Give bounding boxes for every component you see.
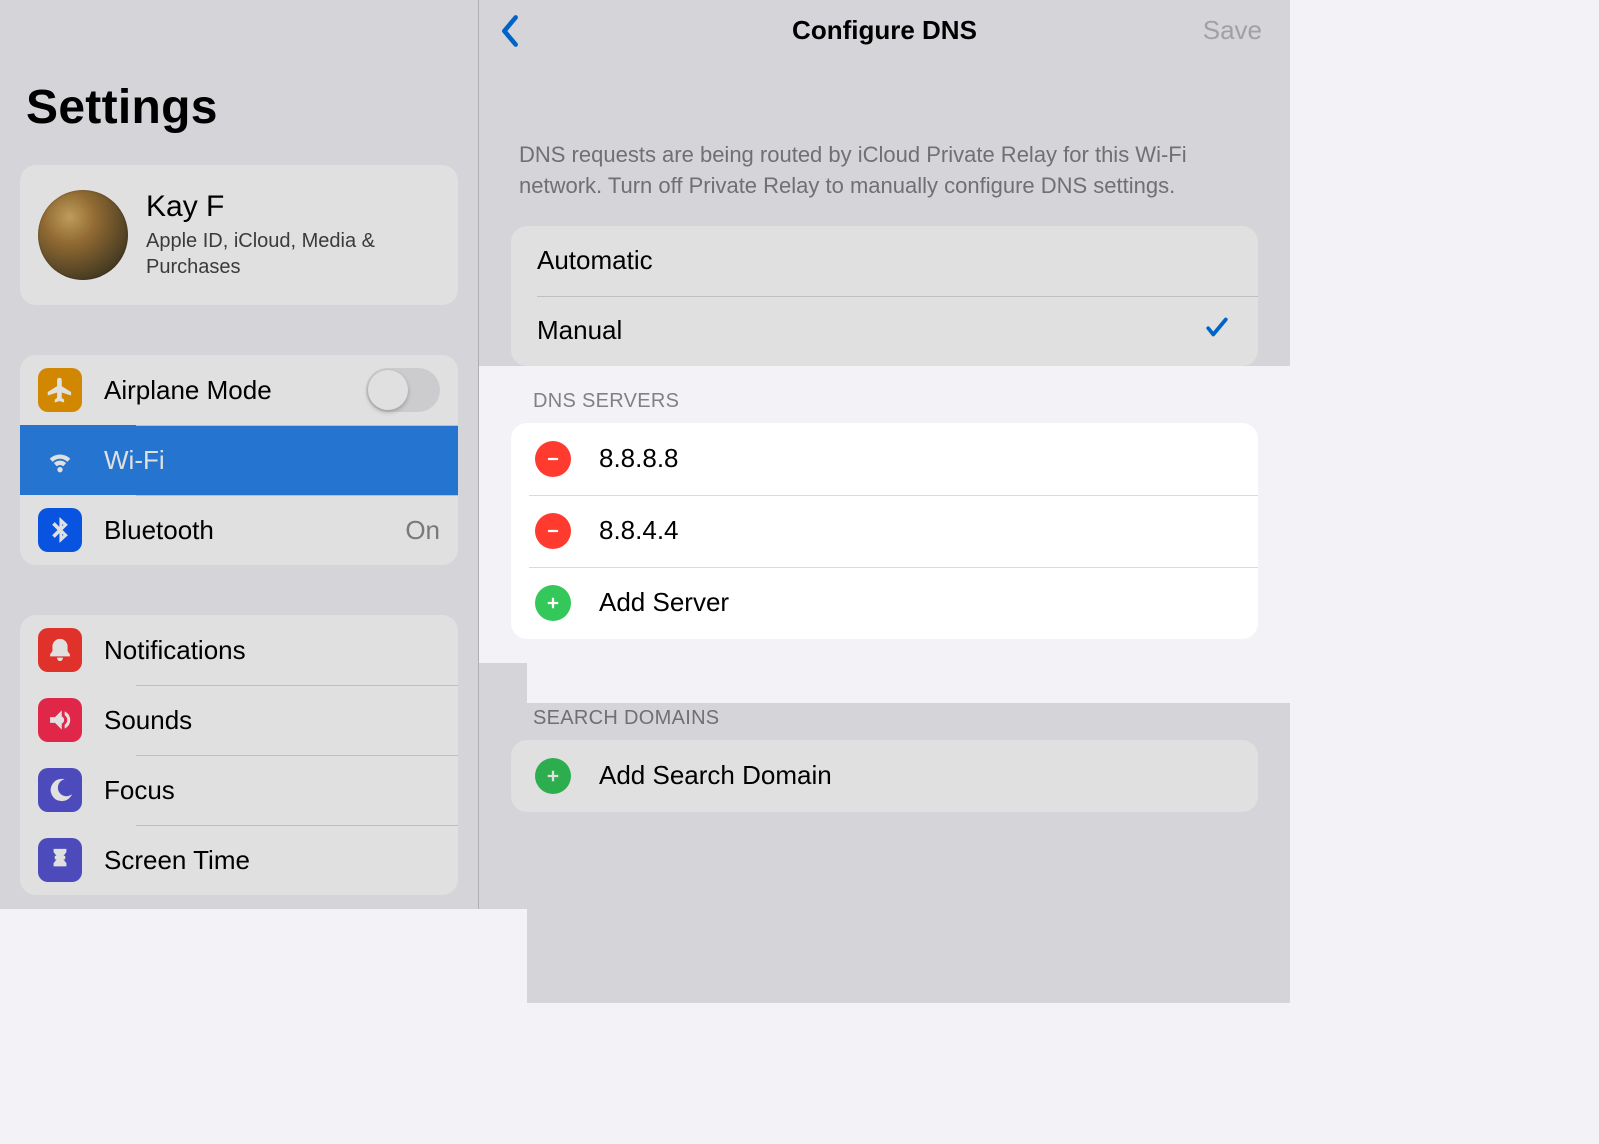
- search-domains-header: SEARCH DOMAINS: [511, 663, 1258, 740]
- checkmark-icon: [1202, 312, 1232, 350]
- settings-sidebar: Settings Kay F Apple ID, iCloud, Media &…: [0, 0, 478, 909]
- search-domains-group: Add Search Domain: [511, 740, 1258, 812]
- airplane-mode-toggle[interactable]: [366, 368, 440, 412]
- save-button[interactable]: Save: [1203, 15, 1262, 46]
- airplane-mode-label: Airplane Mode: [104, 375, 344, 406]
- add-search-domain-label: Add Search Domain: [599, 760, 832, 791]
- back-button[interactable]: [499, 14, 521, 53]
- bluetooth-row[interactable]: Bluetooth On: [20, 495, 458, 565]
- apple-id-subtitle: Apple ID, iCloud, Media & Purchases: [146, 228, 440, 280]
- sounds-row[interactable]: Sounds: [20, 685, 458, 755]
- remove-server-button[interactable]: [535, 441, 571, 477]
- manual-label: Manual: [537, 315, 1202, 346]
- notifications-row[interactable]: Notifications: [20, 615, 458, 685]
- dns-mode-manual[interactable]: Manual: [511, 296, 1258, 366]
- minus-icon: [544, 450, 562, 468]
- wifi-label: Wi-Fi: [104, 445, 440, 476]
- airplane-icon: [38, 368, 82, 412]
- remove-server-button[interactable]: [535, 513, 571, 549]
- dns-mode-automatic[interactable]: Automatic: [511, 226, 1258, 296]
- focus-row[interactable]: Focus: [20, 755, 458, 825]
- bluetooth-label: Bluetooth: [104, 515, 383, 546]
- plus-icon: [544, 594, 562, 612]
- navbar: Configure DNS Save: [479, 0, 1290, 60]
- dns-servers-header: DNS SERVERS: [511, 386, 1258, 423]
- notifications-label: Notifications: [104, 635, 440, 666]
- focus-icon: [38, 768, 82, 812]
- wifi-icon: [38, 438, 82, 482]
- connectivity-group: Airplane Mode Wi-Fi Bluetooth On: [20, 355, 458, 565]
- private-relay-info: DNS requests are being routed by iCloud …: [511, 60, 1258, 226]
- add-server-button[interactable]: [535, 585, 571, 621]
- add-search-domain-row[interactable]: Add Search Domain: [511, 740, 1258, 812]
- dns-server-row[interactable]: 8.8.4.4: [511, 495, 1258, 567]
- apple-id-row[interactable]: Kay F Apple ID, iCloud, Media & Purchase…: [20, 165, 458, 305]
- minus-icon: [544, 522, 562, 540]
- bluetooth-value: On: [405, 515, 440, 546]
- sounds-label: Sounds: [104, 705, 440, 736]
- airplane-mode-row[interactable]: Airplane Mode: [20, 355, 458, 425]
- sounds-icon: [38, 698, 82, 742]
- chevron-left-icon: [499, 14, 521, 48]
- detail-panel: Configure DNS Save DNS requests are bein…: [479, 0, 1290, 909]
- apple-id-name: Kay F: [146, 190, 440, 224]
- system-group: Notifications Sounds Focus Screen Time: [20, 615, 458, 895]
- wifi-row[interactable]: Wi-Fi: [20, 425, 458, 495]
- add-server-label: Add Server: [599, 587, 729, 618]
- notifications-icon: [38, 628, 82, 672]
- dns-servers-section: DNS SERVERS 8.8.8.8 8.8.4.4: [479, 366, 1290, 663]
- focus-label: Focus: [104, 775, 440, 806]
- dns-server-value: 8.8.8.8: [599, 443, 679, 474]
- screentime-row[interactable]: Screen Time: [20, 825, 458, 895]
- settings-title: Settings: [20, 0, 458, 165]
- nav-title: Configure DNS: [792, 15, 977, 46]
- plus-icon: [544, 767, 562, 785]
- screentime-label: Screen Time: [104, 845, 440, 876]
- dns-mode-group: Automatic Manual: [511, 226, 1258, 366]
- add-server-row[interactable]: Add Server: [511, 567, 1258, 639]
- automatic-label: Automatic: [537, 245, 1232, 276]
- screentime-icon: [38, 838, 82, 882]
- bluetooth-icon: [38, 508, 82, 552]
- dns-server-value: 8.8.4.4: [599, 515, 679, 546]
- dns-server-row[interactable]: 8.8.8.8: [511, 423, 1258, 495]
- avatar: [38, 190, 128, 280]
- add-search-domain-button[interactable]: [535, 758, 571, 794]
